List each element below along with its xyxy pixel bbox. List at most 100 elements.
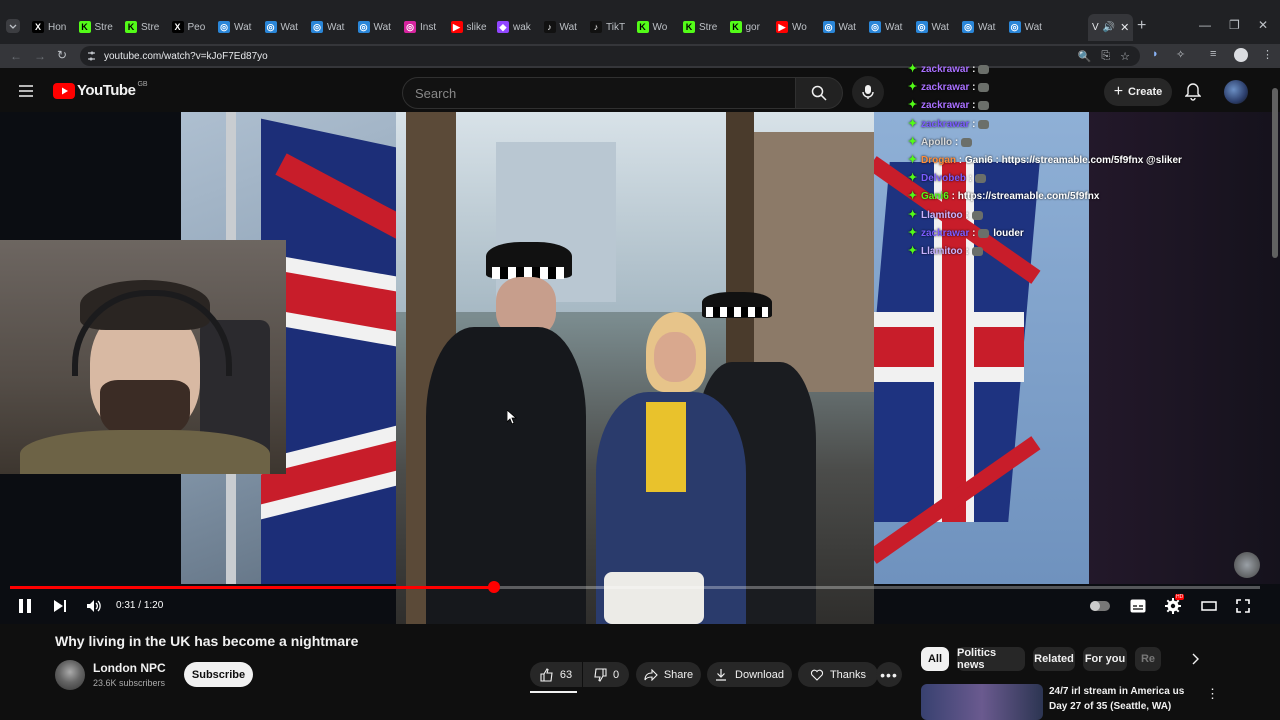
tab-label: Wo — [792, 21, 807, 33]
extensions-puzzle-icon[interactable]: ✧ — [1176, 48, 1185, 61]
volume-button[interactable] — [86, 598, 102, 614]
media-control-icon[interactable]: ≡ — [1210, 48, 1216, 60]
tab-0[interactable]: X Hon — [32, 17, 74, 37]
wat-favicon-icon: ◎ — [915, 21, 928, 33]
tab-12[interactable]: ♪ TikT — [590, 17, 632, 37]
recommended-title[interactable]: 24/7 irl stream in America us — [1049, 686, 1184, 697]
recommended-menu-icon[interactable]: ⋮ — [1206, 686, 1219, 702]
chat-emote-icon — [978, 83, 990, 93]
account-avatar[interactable] — [1224, 80, 1248, 104]
tab-13[interactable]: K Wo — [636, 17, 679, 37]
tab-3[interactable]: X Peo — [171, 17, 214, 37]
tab-active[interactable]: V 🔊 ✕ — [1088, 14, 1134, 41]
subtitles-button[interactable] — [1130, 599, 1146, 613]
hamburger-menu-icon[interactable] — [18, 84, 34, 98]
channel-name[interactable]: London NPC — [93, 661, 166, 675]
tab-4[interactable]: ◎ Wat — [218, 17, 260, 37]
subscribe-button[interactable]: Subscribe — [184, 662, 253, 687]
reload-button[interactable]: ↻ — [57, 48, 67, 62]
tab-7[interactable]: ◎ Wat — [357, 17, 400, 37]
kick-favicon-icon: K — [636, 21, 649, 33]
channel-watermark[interactable] — [1234, 552, 1260, 578]
create-label: Create — [1128, 86, 1163, 98]
address-bar[interactable]: youtube.com/watch?v=kJoF7Ed87yo 🔍 ⎘ ☆ — [80, 46, 1140, 66]
pause-icon — [19, 599, 31, 613]
tab-19[interactable]: ◎ Wat — [915, 17, 958, 37]
tab-17[interactable]: ◎ Wat — [822, 17, 865, 37]
chat-username: Delvobeb — [921, 173, 967, 185]
theater-mode-button[interactable] — [1201, 600, 1217, 612]
tab-label: Stre — [141, 21, 160, 33]
minimize-button[interactable]: — — [1199, 18, 1211, 32]
dislike-button[interactable]: 0 — [583, 662, 629, 687]
bookmark-star-icon[interactable]: ☆ — [1120, 50, 1130, 63]
install-app-icon[interactable]: ⎘ — [1101, 50, 1110, 63]
tab-2[interactable]: K Stre — [125, 17, 167, 37]
chip-all[interactable]: All — [921, 647, 949, 671]
tab-label: Stre — [94, 21, 113, 33]
chip-related[interactable]: Related — [1033, 647, 1075, 671]
tab-8[interactable]: ◎ Inst — [404, 17, 446, 37]
zoom-icon[interactable]: 🔍 — [1078, 50, 1092, 63]
search-input[interactable]: Search — [402, 77, 796, 109]
more-actions-button[interactable]: ••• — [876, 662, 902, 687]
tab-label: Wat — [327, 21, 345, 33]
tab-6[interactable]: ◎ Wat — [311, 17, 353, 37]
channel-avatar[interactable] — [55, 660, 85, 690]
wat-favicon-icon: ◎ — [869, 21, 881, 33]
chat-badge-icon: ✦ — [908, 135, 918, 148]
share-button[interactable]: Share — [636, 662, 701, 687]
tab-search-button[interactable] — [6, 19, 20, 33]
tab-label: TikT — [606, 21, 626, 33]
video-title: Why living in the UK has become a nightm… — [55, 633, 359, 649]
voice-search-button[interactable] — [852, 76, 884, 108]
tab-20[interactable]: ◎ Wat — [962, 17, 1004, 37]
page-scrollbar-thumb[interactable] — [1272, 88, 1278, 258]
recommended-thumbnail[interactable] — [921, 684, 1043, 720]
download-button[interactable]: Download — [707, 662, 792, 687]
tab-18[interactable]: ◎ Wat — [869, 17, 911, 37]
pause-button[interactable] — [18, 598, 32, 614]
video-right-band — [1089, 112, 1280, 584]
tab-11[interactable]: ♪ Wat — [543, 17, 586, 37]
tab-21[interactable]: ◎ Wat — [1008, 17, 1051, 37]
tab-16[interactable]: ▶ Wo — [776, 17, 818, 37]
chat-emote-icon — [974, 174, 986, 184]
site-info-icon[interactable] — [80, 49, 102, 63]
tab-5[interactable]: ◎ Wat — [264, 17, 307, 37]
tab-10[interactable]: ◆ wak — [497, 17, 539, 37]
close-tab-icon[interactable]: ✕ — [1120, 21, 1129, 34]
create-button[interactable]: + Create — [1104, 78, 1172, 106]
extension-icon[interactable]: ◗ — [1152, 48, 1159, 60]
close-window-button[interactable]: ✕ — [1258, 18, 1268, 32]
tab-14[interactable]: K Stre — [683, 17, 725, 37]
tab-15[interactable]: Kgor — [729, 17, 772, 37]
forward-button[interactable]: → — [34, 49, 46, 63]
like-button[interactable]: 63 — [530, 662, 582, 687]
chip-politics-news[interactable]: Politics news — [957, 647, 1025, 671]
chat-username: Apollo — [921, 136, 953, 148]
youtube-logo[interactable]: YouTube GB — [53, 81, 148, 99]
tab-1[interactable]: K Stre — [78, 17, 121, 37]
thanks-button[interactable]: Thanks — [798, 662, 878, 687]
search-button[interactable] — [795, 77, 843, 109]
back-button[interactable]: ← — [10, 49, 22, 63]
next-button[interactable] — [53, 599, 67, 613]
restore-button[interactable]: ❐ — [1229, 18, 1240, 32]
chips-next-button[interactable] — [1190, 652, 1200, 666]
profile-avatar[interactable] — [1234, 48, 1248, 62]
new-tab-button[interactable]: + — [1137, 17, 1146, 35]
wat-favicon-icon: ◎ — [311, 21, 323, 33]
volume-icon — [87, 600, 101, 612]
autoplay-toggle[interactable] — [1090, 601, 1110, 611]
fullscreen-button[interactable] — [1236, 599, 1250, 613]
youtube-play-logo-icon — [53, 82, 75, 99]
chip-for-you[interactable]: For you — [1083, 647, 1127, 671]
notifications-button[interactable] — [1185, 83, 1201, 101]
chip-re[interactable]: Re — [1135, 647, 1161, 671]
chat-separator: : — [969, 64, 979, 75]
tab-9[interactable]: ▶ slike — [450, 17, 493, 37]
settings-button[interactable]: HD — [1165, 594, 1185, 614]
browser-menu-icon[interactable]: ⋮ — [1262, 48, 1273, 61]
speaker-icon: 🔊 — [1102, 22, 1116, 33]
